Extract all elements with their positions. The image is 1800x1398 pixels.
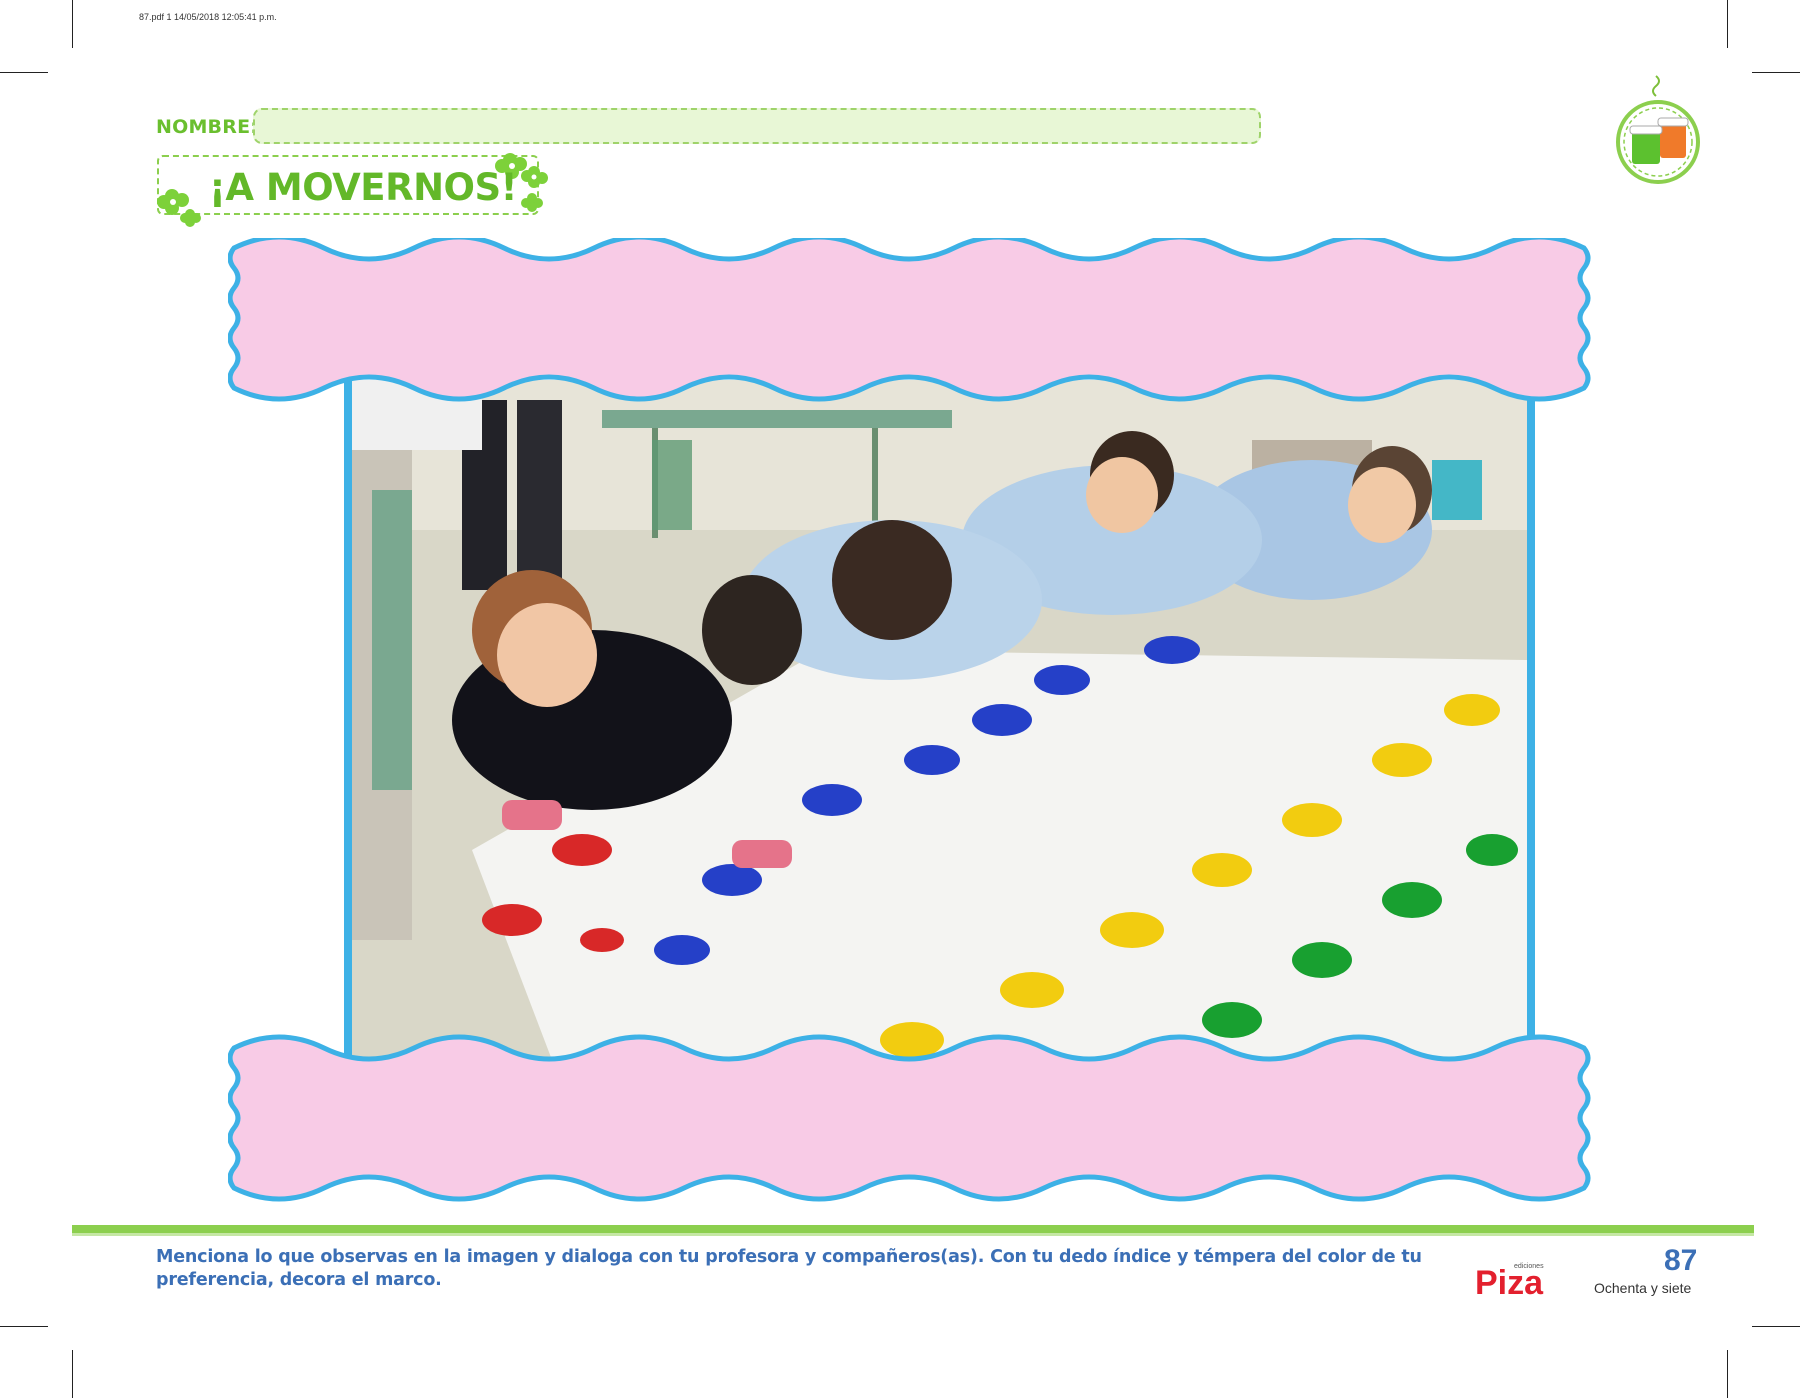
footer-divider (72, 1225, 1754, 1233)
crop-mark (72, 1350, 73, 1398)
name-field[interactable] (253, 108, 1261, 144)
paint-jars-icon (1616, 75, 1700, 184)
page-number: 87 (1664, 1244, 1698, 1277)
crop-mark (0, 1326, 48, 1327)
crop-mark (1752, 1326, 1800, 1327)
print-header: 87.pdf 1 14/05/2018 12:05:41 p.m. (139, 12, 277, 22)
crop-mark (1727, 1350, 1728, 1398)
name-label: NOMBRE: (156, 116, 259, 138)
decorative-frame (228, 238, 1591, 1202)
instruction-text: Menciona lo que observas en la imagen y … (156, 1247, 1422, 1290)
crop-mark (72, 0, 73, 48)
publisher-name: Piza (1475, 1264, 1544, 1298)
crop-mark (0, 72, 48, 73)
footer-divider-light (72, 1233, 1754, 1236)
crop-mark (1752, 72, 1800, 73)
page-number-words: Ochenta y siete (1594, 1280, 1692, 1296)
page-title: ¡A MOVERNOS! (209, 166, 518, 209)
crop-mark (1727, 0, 1728, 48)
publisher-logo: Piza (1475, 1264, 1544, 1298)
